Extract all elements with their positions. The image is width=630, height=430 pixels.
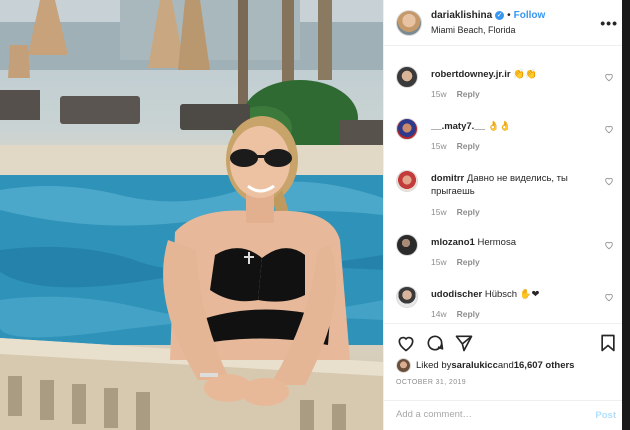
comment-username[interactable]: __.maty7.__ — [431, 121, 485, 132]
comment-username[interactable]: udodischer — [431, 289, 482, 300]
reply-button[interactable]: Reply — [457, 89, 480, 99]
comment-heart-icon[interactable] — [604, 240, 614, 250]
post-location[interactable]: Miami Beach, Florida — [431, 23, 545, 37]
post-button[interactable]: Post — [595, 410, 616, 421]
author-avatar[interactable] — [396, 9, 422, 36]
likes-count[interactable]: 16,607 others — [514, 360, 575, 371]
author-username[interactable]: dariaklishina — [431, 9, 492, 23]
commenter-avatar[interactable] — [396, 118, 418, 140]
reply-button[interactable]: Reply — [457, 257, 480, 267]
commenter-avatar[interactable] — [396, 170, 418, 192]
heart-icon[interactable] — [396, 333, 416, 353]
comment-heart-icon[interactable] — [604, 176, 614, 186]
comment-text: Hermosa — [477, 237, 516, 248]
more-icon[interactable]: ••• — [600, 15, 618, 31]
comment-time: 15w — [431, 207, 447, 217]
comment-heart-icon[interactable] — [604, 72, 614, 82]
commenter-avatar[interactable] — [396, 66, 418, 88]
follow-button[interactable]: Follow — [514, 9, 546, 23]
comment-heart-icon[interactable] — [604, 292, 614, 302]
post-photo[interactable] — [0, 0, 383, 430]
liker-username[interactable]: saralukicc — [451, 360, 497, 371]
comment-time: 15w — [431, 141, 447, 151]
likes-prefix: Liked by — [416, 360, 452, 371]
comment-time: 15w — [431, 89, 447, 99]
comment-username[interactable]: robertdowney.jr.ir — [431, 69, 511, 80]
post-date[interactable]: OCTOBER 31, 2019 — [396, 379, 466, 386]
comment-text: 👏👏 — [513, 69, 537, 80]
verified-icon: ✓ — [495, 11, 505, 20]
window-edge — [622, 0, 630, 430]
likes-middle: and — [497, 360, 514, 371]
comment-time: 15w — [431, 257, 447, 267]
likes-summary: Liked by saralukicc and 16,607 others — [396, 358, 574, 373]
post-photo-illustration — [0, 0, 383, 430]
reply-button[interactable]: Reply — [457, 141, 480, 151]
reply-button[interactable]: Reply — [457, 207, 480, 217]
separator-dot: • — [507, 9, 511, 21]
comment-username[interactable]: domitrr — [431, 173, 464, 184]
add-comment-bar: Post — [384, 400, 630, 430]
comment-icon[interactable] — [425, 333, 445, 353]
post-panel: dariaklishina ✓ • Follow Miami Beach, Fl… — [383, 0, 630, 430]
comment-username[interactable]: mlozano1 — [431, 237, 475, 248]
post-actions: Liked by saralukicc and 16,607 others OC… — [384, 323, 630, 430]
comment-text: Hübsch ✋❤ — [484, 289, 540, 300]
commenter-avatar[interactable] — [396, 286, 418, 308]
share-icon[interactable] — [454, 333, 474, 353]
post-header: dariaklishina ✓ • Follow Miami Beach, Fl… — [384, 0, 630, 46]
liker-avatar[interactable] — [396, 358, 411, 373]
comment-text: 👌👌 — [487, 121, 512, 132]
bookmark-icon[interactable] — [598, 333, 618, 353]
reply-button[interactable]: Reply — [457, 309, 480, 319]
comment-time: 14w — [431, 309, 447, 319]
commenter-avatar[interactable] — [396, 234, 418, 256]
comment-input[interactable] — [396, 409, 576, 420]
comment-heart-icon[interactable] — [604, 124, 614, 134]
